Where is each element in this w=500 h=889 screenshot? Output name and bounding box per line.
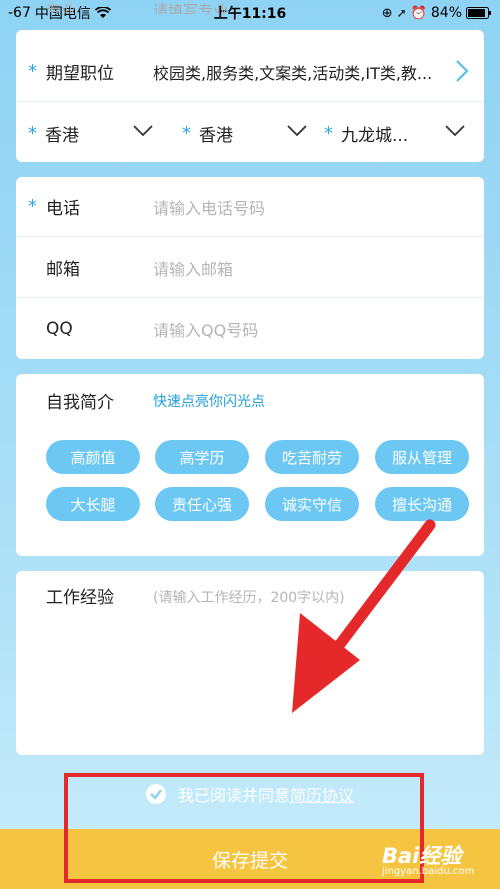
tag-chip[interactable]: 高颜值	[46, 440, 140, 474]
position-label: 期望职位	[46, 64, 114, 84]
tag-chip[interactable]: 擅长沟通	[375, 487, 469, 521]
phone-row: * 电话 请输入电话号码	[16, 177, 484, 237]
tag-chip[interactable]: 服从管理	[375, 440, 469, 474]
email-label: 邮箱	[46, 260, 80, 280]
work-experience-title: 工作经验	[46, 588, 114, 608]
email-row: 邮箱 请输入邮箱	[16, 238, 484, 298]
required-star: *	[28, 196, 37, 217]
watermark-site: jingyan.baidu.com	[382, 866, 475, 877]
phone-label: 电话	[46, 199, 80, 219]
chevron-down-icon	[445, 125, 465, 137]
province-select[interactable]: * 香港	[28, 103, 168, 163]
position-row[interactable]: * 期望职位 校园类,服务类,文案类,活动类,IT类,教...	[16, 42, 484, 102]
tag-chip[interactable]: 吃苦耐劳	[265, 440, 359, 474]
work-experience-card: 工作经验 (请输入工作经历，200字以内)	[16, 571, 484, 755]
required-star: *	[324, 122, 333, 144]
district-select[interactable]: * 九龙城...	[324, 103, 474, 163]
district-value: 九龙城...	[341, 125, 409, 146]
partial-field-label: 专业	[46, 2, 77, 14]
qq-input[interactable]: 请输入QQ号码	[153, 317, 258, 341]
position-value: 校园类,服务类,文案类,活动类,IT类,教...	[153, 63, 433, 83]
self-intro-title: 自我简介	[46, 393, 114, 413]
work-experience-input[interactable]: (请输入工作经历，200字以内)	[153, 587, 345, 607]
city-select[interactable]: * 香港	[182, 103, 322, 163]
job-intention-card: * 期望职位 校园类,服务类,文案类,活动类,IT类,教... * 香港 * 香…	[16, 30, 484, 162]
tag-chip[interactable]: 诚实守信	[265, 487, 359, 521]
phone-input[interactable]: 请输入电话号码	[153, 195, 265, 219]
self-intro-card: 自我简介 快速点亮你闪光点 高颜值 高学历 吃苦耐劳 服从管理 大长腿 责任心强…	[16, 374, 484, 556]
partial-field-placeholder: 请填写专业	[153, 2, 229, 14]
location-row: * 香港 * 香港 * 九龙城...	[16, 103, 484, 163]
baidu-watermark: Bai经验 jingyan.baidu.com	[360, 840, 495, 880]
qq-row: QQ 请输入QQ号码	[16, 299, 484, 359]
chevron-right-icon[interactable]	[452, 59, 472, 83]
chevron-down-icon	[133, 125, 153, 137]
tag-chip[interactable]: 大长腿	[46, 487, 140, 521]
required-star: *	[182, 122, 191, 144]
tag-chip[interactable]: 责任心强	[155, 487, 249, 521]
contact-card: * 电话 请输入电话号码 邮箱 请输入邮箱 QQ 请输入QQ号码	[16, 177, 484, 359]
tag-chip[interactable]: 高学历	[155, 440, 249, 474]
chevron-down-icon	[287, 125, 307, 137]
required-star: *	[28, 122, 37, 144]
quick-highlight-link[interactable]: 快速点亮你闪光点	[153, 391, 265, 411]
email-input[interactable]: 请输入邮箱	[153, 256, 233, 280]
province-value: 香港	[45, 125, 79, 146]
qq-label: QQ	[46, 319, 73, 339]
required-star: *	[28, 61, 37, 82]
city-value: 香港	[199, 125, 233, 146]
